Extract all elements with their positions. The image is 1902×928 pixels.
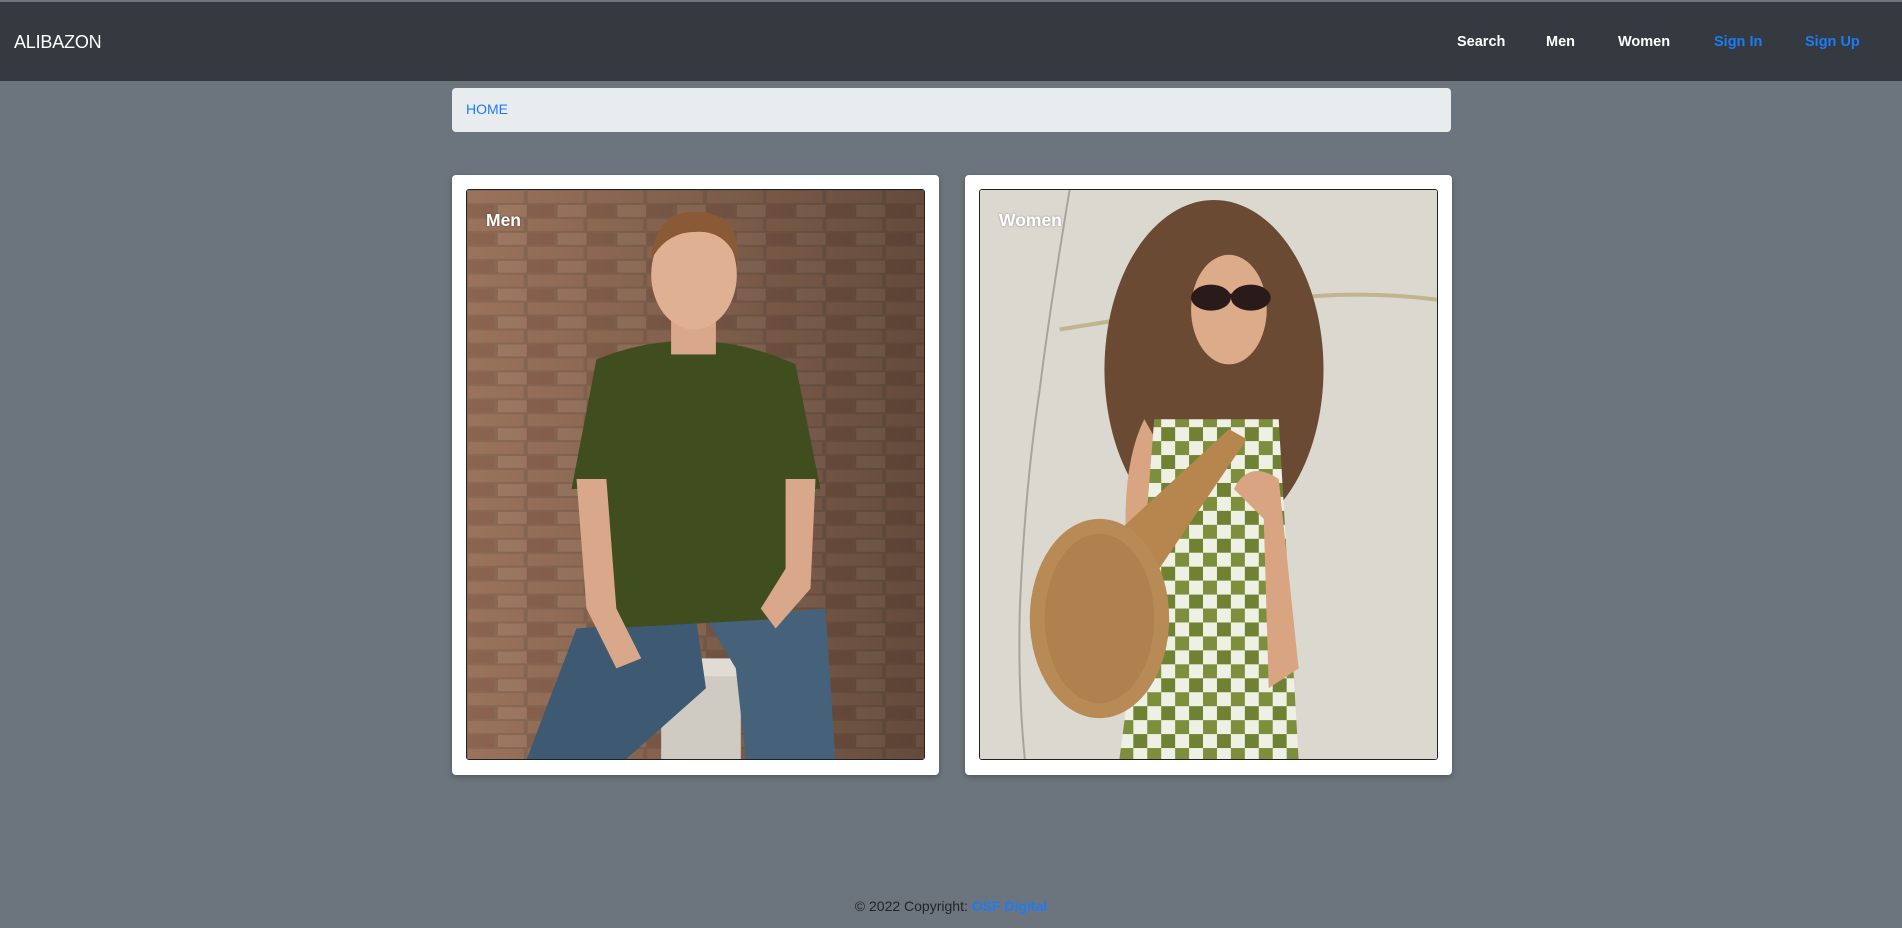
footer: © 2022 Copyright: OSF Digital	[0, 898, 1902, 914]
nav-sign-in-link[interactable]: Sign In	[1714, 34, 1762, 50]
brand-logo[interactable]: ALIBAZON	[14, 32, 102, 53]
category-card-men[interactable]: Men	[452, 175, 939, 775]
footer-copyright-text: © 2022 Copyright:	[854, 898, 968, 914]
nav-sign-up-link[interactable]: Sign Up	[1805, 34, 1860, 50]
top-navbar: ALIBAZON Search Men Women Sign In Sign U…	[0, 2, 1902, 81]
women-card-title: Women	[999, 210, 1062, 230]
men-card-title: Men	[486, 210, 521, 230]
men-category-image[interactable]: Men	[466, 189, 925, 760]
breadcrumb: HOME	[452, 88, 1451, 132]
nav-search-link[interactable]: Search	[1457, 34, 1505, 50]
women-category-image[interactable]: Women	[979, 189, 1438, 760]
nav-men-link[interactable]: Men	[1546, 34, 1575, 50]
category-card-women[interactable]: Women	[965, 175, 1452, 775]
women-photo-illustration	[980, 190, 1437, 759]
breadcrumb-home-link[interactable]: HOME	[466, 101, 508, 117]
footer-company-link[interactable]: OSF Digital	[972, 898, 1047, 914]
nav-women-link[interactable]: Women	[1618, 34, 1670, 50]
men-photo-illustration	[467, 190, 924, 759]
